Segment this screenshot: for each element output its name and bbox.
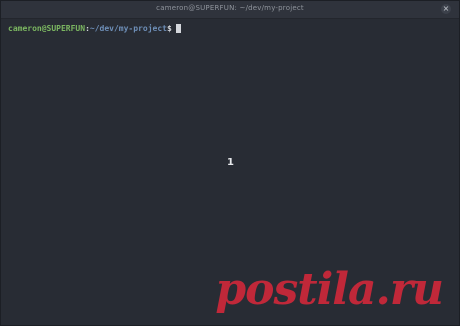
prompt-path: ~/dev/my-project — [89, 24, 167, 33]
center-label: 1 — [227, 157, 234, 168]
title-bar[interactable]: cameron@SUPERFUN: ~/dev/my-project × — [1, 1, 459, 19]
prompt-user-host: cameron@SUPERFUN — [8, 24, 86, 33]
watermark-logo: postila.ru — [215, 264, 444, 315]
text-cursor — [175, 24, 181, 33]
terminal-area[interactable]: cameron@SUPERFUN:~/dev/my-project$ 1 pos… — [1, 19, 459, 325]
close-button[interactable]: × — [441, 4, 451, 14]
terminal-window: cameron@SUPERFUN: ~/dev/my-project × cam… — [0, 0, 460, 326]
window-title: cameron@SUPERFUN: ~/dev/my-project — [156, 4, 304, 12]
prompt-symbol: $ — [166, 24, 172, 33]
prompt-line: cameron@SUPERFUN:~/dev/my-project$ — [8, 24, 181, 33]
